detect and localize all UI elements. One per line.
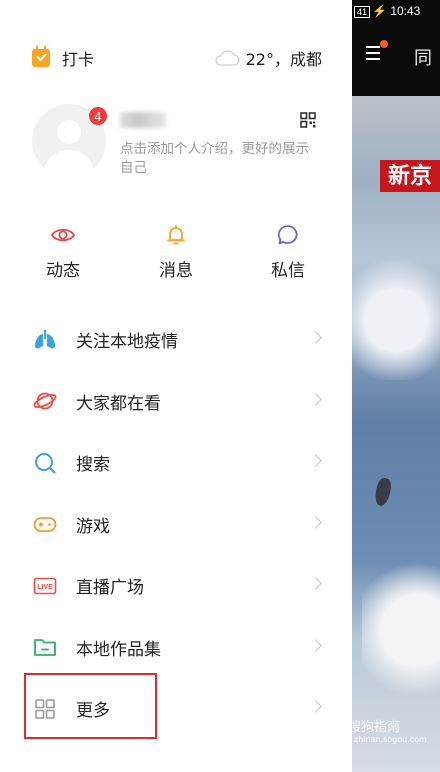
eye-icon <box>50 222 76 248</box>
bell-icon <box>163 222 189 248</box>
quick-action-label: 动态 <box>46 261 80 281</box>
quick-action-messages[interactable]: 消息 <box>136 222 216 281</box>
chevron-right-icon <box>309 392 322 406</box>
weather-text: 22°，成都 <box>245 50 322 69</box>
chevron-right-icon <box>309 331 322 344</box>
chevron-right-icon <box>309 515 322 529</box>
menu-item-live-square[interactable]: LIVE 直播广场 <box>0 555 352 617</box>
avatar-body <box>45 150 93 178</box>
side-drawer: 打卡 22°，成都 4 点击添加个人介绍，更好的展示自己 动态 消息 私信 关注… <box>0 0 352 772</box>
hamburger-menu-icon[interactable] <box>366 46 380 60</box>
calendar-check-icon <box>32 46 50 67</box>
menu-item-label: 本地作品集 <box>76 639 161 660</box>
status-bar: 41 ⚡ 10:43 <box>354 4 420 18</box>
quick-action-label: 私信 <box>271 261 305 281</box>
bird-image <box>373 476 393 508</box>
live-icon: LIVE <box>32 573 58 599</box>
lungs-icon <box>32 327 58 353</box>
menu-item-label: 大家都在看 <box>76 393 161 414</box>
planet-icon <box>32 388 58 414</box>
cloud-icon <box>214 50 240 66</box>
chevron-right-icon <box>309 638 322 652</box>
battery-indicator: 41 <box>354 6 371 18</box>
avatar-head <box>57 120 81 144</box>
quick-action-label: 消息 <box>159 261 193 281</box>
menu-item-label: 直播广场 <box>76 578 144 599</box>
menu-item-label: 搜索 <box>76 455 110 476</box>
status-time: 10:43 <box>390 4 421 18</box>
search-icon <box>32 450 58 476</box>
quick-action-private-messages[interactable]: 私信 <box>248 222 328 281</box>
menu-item-games[interactable]: 游戏 <box>0 494 352 556</box>
menu-item-search[interactable]: 搜索 <box>0 432 352 494</box>
bio-text[interactable]: 点击添加个人介绍，更好的展示自己 <box>120 140 320 178</box>
quick-action-feed[interactable]: 动态 <box>23 222 103 281</box>
background-video-feed[interactable]: 41 ⚡ 10:43 同 新京 搜狗指南 zhinan.sogou.com <box>352 0 440 772</box>
highlight-box <box>24 673 157 739</box>
chat-bubble-icon <box>275 222 301 248</box>
watermark-text: 搜狗指南 <box>352 720 401 735</box>
checkin-button[interactable]: 打卡 <box>32 46 94 70</box>
checkin-label: 打卡 <box>62 50 95 69</box>
folder-icon <box>32 634 58 660</box>
watermark-url: zhinan.sogou.com <box>354 735 427 744</box>
top-tab-partial[interactable]: 同 <box>414 44 432 70</box>
charging-icon: ⚡ <box>372 4 387 18</box>
menu-item-local-collection[interactable]: 本地作品集 <box>0 617 352 679</box>
menu-item-label: 关注本地疫情 <box>76 332 178 353</box>
weather-widget[interactable]: 22°，成都 <box>214 46 322 70</box>
cloud-shape <box>362 560 440 700</box>
chevron-right-icon <box>309 454 322 467</box>
gamepad-icon <box>32 511 58 537</box>
notification-badge: 4 <box>88 106 108 126</box>
chevron-right-icon <box>309 700 322 713</box>
chevron-right-icon <box>309 577 322 590</box>
live-icon-text: LIVE <box>37 584 53 591</box>
menu-item-local-epidemic[interactable]: 关注本地疫情 <box>0 309 352 371</box>
menu-item-trending[interactable]: 大家都在看 <box>0 371 352 433</box>
drawer-header: 打卡 22°，成都 <box>32 44 322 72</box>
username-blurred <box>120 112 166 128</box>
quick-actions: 动态 消息 私信 <box>0 222 352 282</box>
watermark: 搜狗指南 zhinan.sogou.com <box>352 716 427 744</box>
menu-notification-dot <box>380 40 388 48</box>
profile-card[interactable]: 4 点击添加个人介绍，更好的展示自己 <box>32 104 322 184</box>
menu-item-label: 游戏 <box>76 516 110 537</box>
qr-code-icon[interactable] <box>300 112 316 128</box>
cloud-shape <box>352 260 440 380</box>
news-banner: 新京 <box>380 160 440 192</box>
